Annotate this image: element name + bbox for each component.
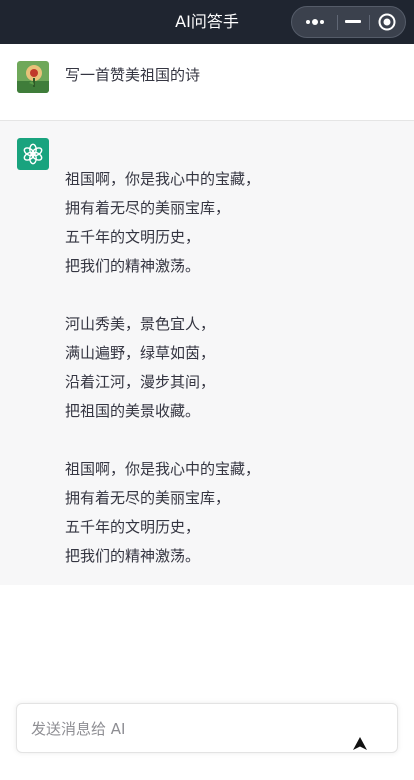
poem-line: 满山遍野，绿草如茵， bbox=[65, 344, 216, 362]
top-bar: AI问答手 bbox=[0, 0, 414, 44]
stanza-gap bbox=[65, 426, 260, 455]
more-dots-icon bbox=[305, 19, 324, 25]
send-button[interactable] bbox=[350, 736, 370, 752]
poem-line: 把我们的精神激荡。 bbox=[65, 257, 201, 275]
close-button[interactable] bbox=[369, 7, 405, 37]
message-input[interactable] bbox=[29, 704, 353, 754]
poem-line: 祖国啊，你是我心中的宝藏， bbox=[65, 170, 261, 188]
poem-stanza: 祖国啊，你是我心中的宝藏， 拥有着无尽的美丽宝库， 五千年的文明历史， 把我们的… bbox=[65, 455, 260, 571]
stanza-gap bbox=[65, 281, 260, 310]
more-button[interactable] bbox=[292, 7, 337, 37]
assistant-avatar bbox=[17, 138, 49, 170]
user-avatar bbox=[17, 61, 49, 93]
poem-stanza: 河山秀美，景色宜人， 满山遍野，绿草如茵， 沿着江河，漫步其间， 把祖国的美景收… bbox=[65, 310, 260, 426]
assistant-message: 祖国啊，你是我心中的宝藏， 拥有着无尽的美丽宝库， 五千年的文明历史， 把我们的… bbox=[0, 121, 414, 585]
poem-line: 五千年的文明历史， bbox=[65, 518, 201, 536]
assistant-message-text: 祖国啊，你是我心中的宝藏， 拥有着无尽的美丽宝库， 五千年的文明历史， 把我们的… bbox=[65, 165, 260, 571]
poem-line: 拥有着无尽的美丽宝库， bbox=[65, 199, 231, 217]
minimize-button[interactable] bbox=[337, 7, 369, 37]
user-avatar-image bbox=[17, 61, 49, 93]
poem-line: 把祖国的美景收藏。 bbox=[65, 402, 201, 420]
message-composer bbox=[16, 703, 398, 754]
minimize-icon bbox=[345, 20, 361, 23]
target-close-icon bbox=[378, 13, 396, 31]
poem-line: 沿着江河，漫步其间， bbox=[65, 373, 216, 391]
poem-line: 祖国啊，你是我心中的宝藏， bbox=[65, 460, 261, 478]
user-message: 写一首赞美祖国的诗 bbox=[0, 44, 414, 121]
poem-line: 河山秀美，景色宜人， bbox=[65, 315, 216, 333]
poem-line: 把我们的精神激荡。 bbox=[65, 547, 201, 565]
mini-program-capsule bbox=[291, 6, 406, 38]
openai-logo-icon bbox=[23, 143, 43, 165]
user-message-text: 写一首赞美祖国的诗 bbox=[65, 66, 201, 84]
poem-line: 拥有着无尽的美丽宝库， bbox=[65, 489, 231, 507]
send-arrow-icon bbox=[353, 737, 367, 750]
poem-stanza: 祖国啊，你是我心中的宝藏， 拥有着无尽的美丽宝库， 五千年的文明历史， 把我们的… bbox=[65, 165, 260, 281]
poem-line: 五千年的文明历史， bbox=[65, 228, 201, 246]
